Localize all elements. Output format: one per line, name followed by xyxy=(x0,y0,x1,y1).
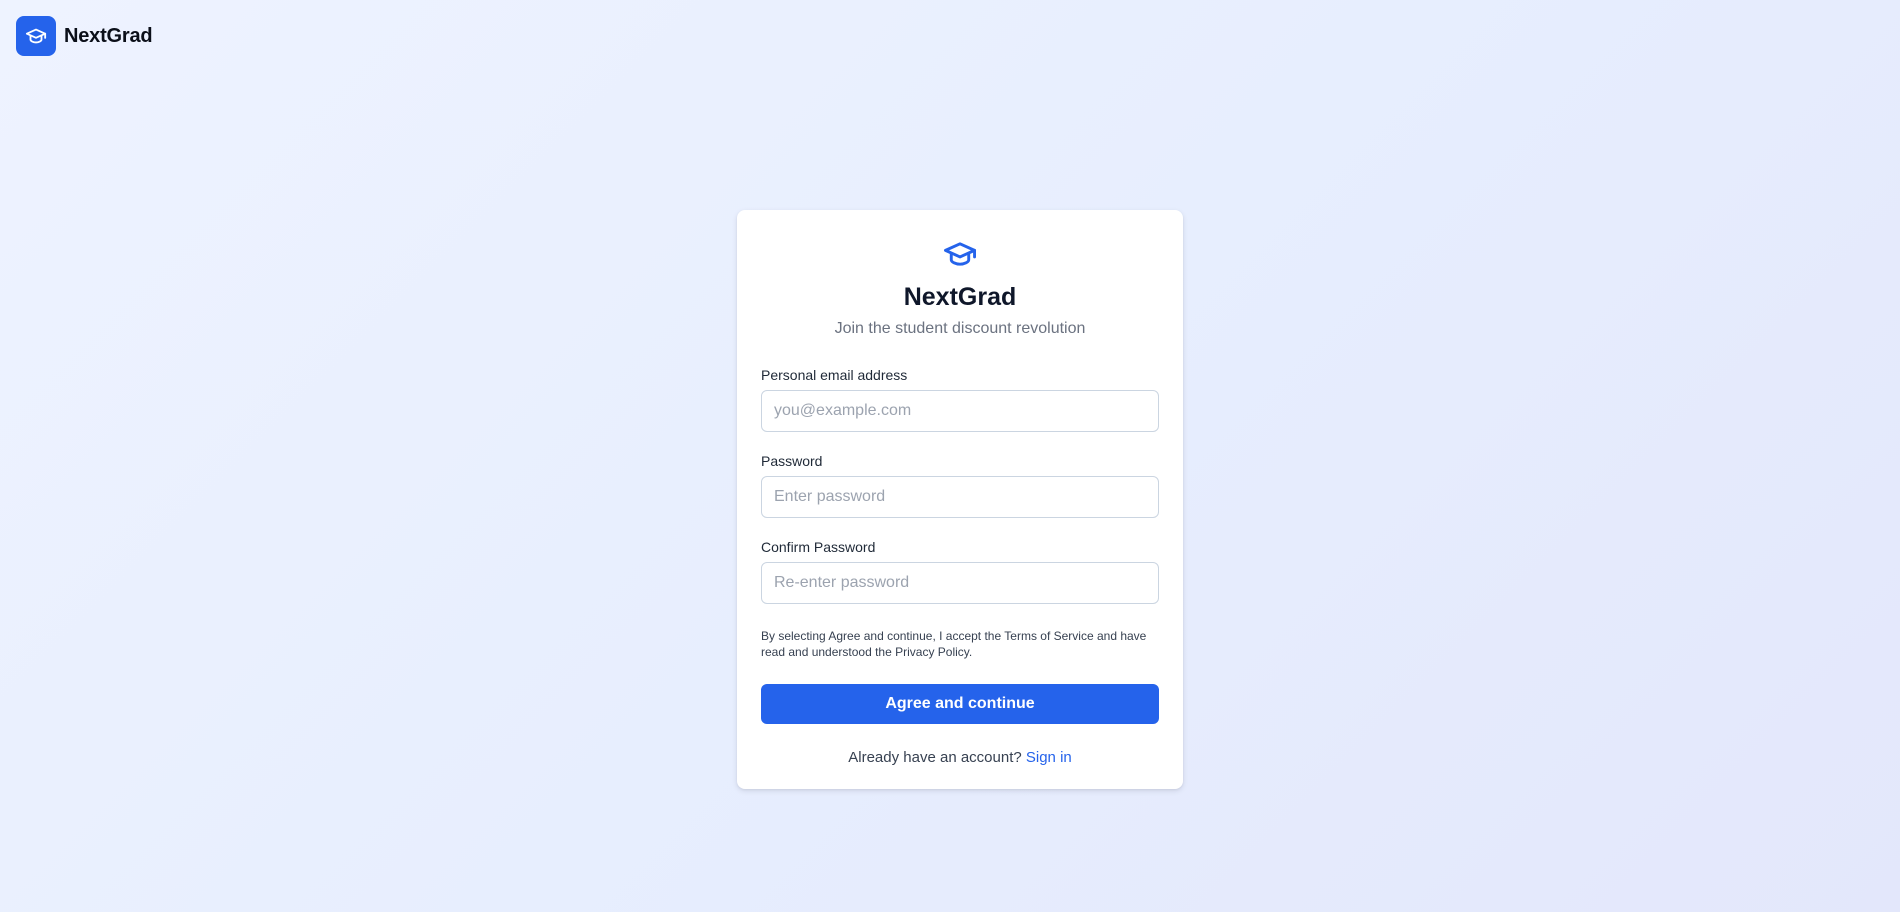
logo-tile xyxy=(16,16,56,56)
top-brand[interactable]: NextGrad xyxy=(16,16,153,56)
password-label: Password xyxy=(761,453,823,469)
email-input[interactable] xyxy=(761,390,1159,432)
agree-and-continue-button[interactable]: Agree and continue xyxy=(761,684,1159,724)
confirm-password-input[interactable] xyxy=(761,562,1159,604)
signup-card: NextGrad Join the student discount revol… xyxy=(737,210,1183,789)
signin-prompt: Already have an account? xyxy=(848,749,1022,766)
signin-link[interactable]: Sign in xyxy=(1026,749,1072,766)
password-input[interactable] xyxy=(761,476,1159,518)
signin-row: Already have an account? Sign in xyxy=(761,748,1159,768)
email-field-group: Personal email address xyxy=(761,366,1159,432)
password-field-group: Password xyxy=(761,452,1159,518)
graduation-cap-icon xyxy=(943,242,976,266)
card-title: NextGrad xyxy=(903,283,1017,311)
graduation-cap-icon xyxy=(25,28,47,44)
brand-name: NextGrad xyxy=(64,24,153,47)
legal-text: By selecting Agree and continue, I accep… xyxy=(761,629,1147,659)
email-label: Personal email address xyxy=(761,367,908,383)
card-logo xyxy=(761,238,1159,270)
confirm-password-label: Confirm Password xyxy=(761,539,876,555)
confirm-password-field-group: Confirm Password xyxy=(761,538,1159,604)
card-subtitle: Join the student discount revolution xyxy=(834,320,1086,337)
